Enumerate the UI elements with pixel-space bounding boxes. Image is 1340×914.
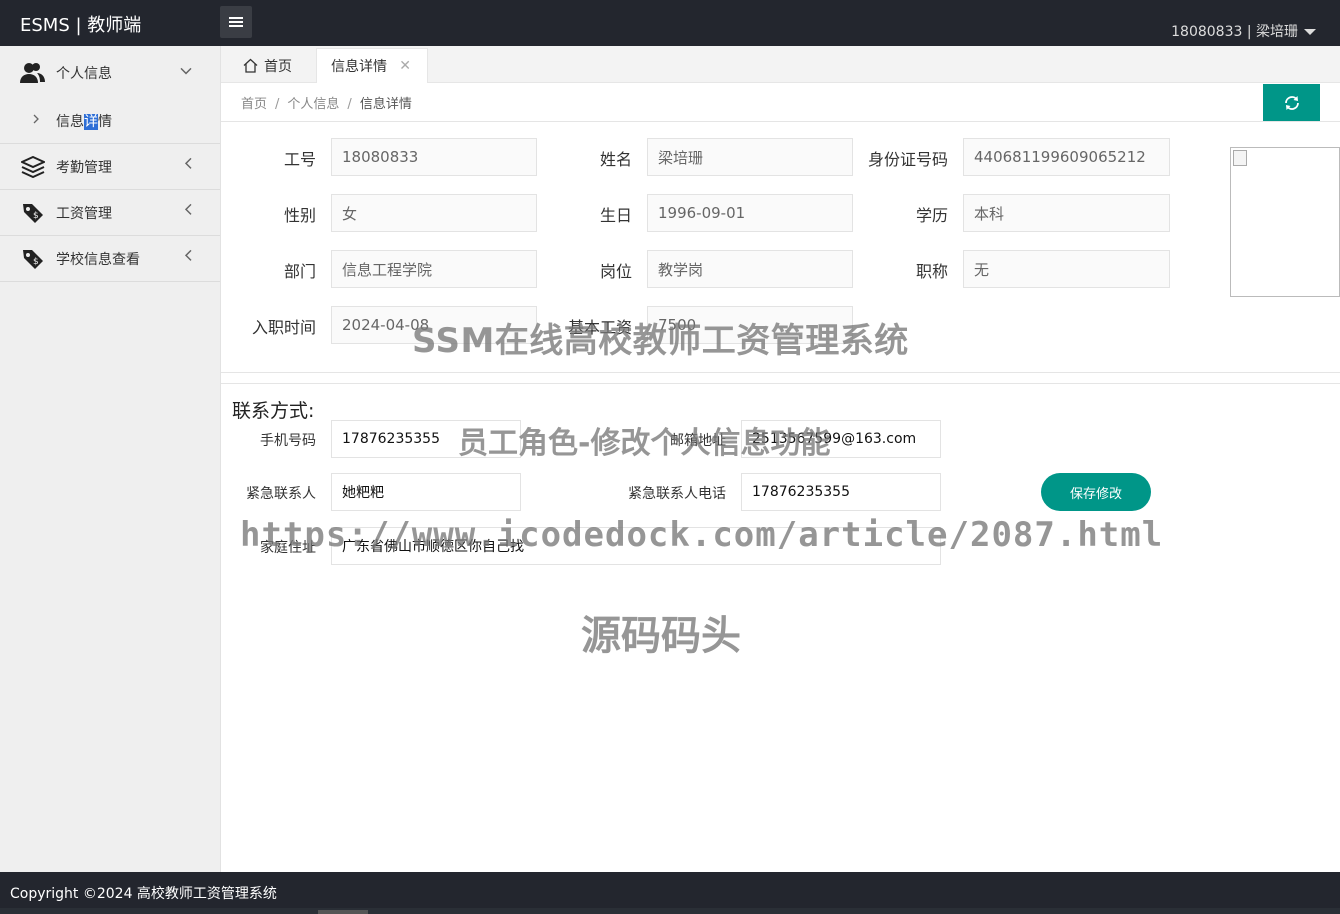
sidebar: 个人信息 信息详情 考勤管理 $ 工资管理 $ 学校信息查看: [0, 46, 221, 872]
chevron-left-icon: [184, 203, 192, 219]
tab-bar: 首页 信息详情 ✕: [221, 46, 1340, 83]
sidebar-item-salary[interactable]: $ 工资管理: [0, 190, 220, 236]
email-input[interactable]: 2513567599@163.com: [741, 420, 941, 458]
svg-text:$: $: [33, 257, 39, 267]
price-tag-icon: $: [20, 200, 46, 226]
base-salary-field[interactable]: 7500: [647, 306, 853, 344]
chevron-left-icon: [184, 157, 192, 173]
sidebar-subitem-label: 信息详情: [56, 111, 112, 131]
label-title: 职称: [915, 262, 948, 281]
sidebar-item-school-info[interactable]: $ 学校信息查看: [0, 236, 220, 282]
user-group-icon: [20, 60, 46, 86]
birthday-field[interactable]: 1996-09-01: [647, 194, 853, 232]
post-field[interactable]: 教学岗: [647, 250, 853, 288]
label-emergency-contact: 紧急联系人: [246, 486, 316, 502]
label-address: 家庭住址: [260, 540, 316, 556]
label-education: 学历: [915, 206, 948, 225]
horizontal-scrollbar[interactable]: [0, 908, 1340, 914]
emergency-contact-input[interactable]: 她粑粑: [331, 473, 521, 511]
price-tag-icon: $: [20, 246, 46, 272]
sidebar-item-label: 考勤管理: [56, 159, 112, 176]
phone-input[interactable]: 17876235355: [331, 420, 521, 458]
label-emergency-phone: 紧急联系人电话: [628, 486, 726, 502]
layers-icon: [20, 154, 46, 180]
label-email: 邮箱地址: [670, 433, 726, 449]
sidebar-item-personal-info[interactable]: 个人信息: [0, 46, 220, 99]
dept-field[interactable]: 信息工程学院: [331, 250, 537, 288]
sidebar-item-label: 个人信息: [56, 65, 112, 82]
breadcrumb: 首页 / 个人信息 / 信息详情: [241, 93, 412, 112]
label-idcard: 身份证号码: [867, 150, 948, 169]
tab-label: 首页: [264, 58, 292, 75]
label-name: 姓名: [599, 150, 632, 169]
name-field[interactable]: 梁培珊: [647, 138, 853, 176]
emergency-phone-input[interactable]: 17876235355: [741, 473, 941, 511]
user-menu[interactable]: 18080833 | 梁培珊: [1171, 21, 1316, 41]
hamburger-icon: [229, 17, 243, 27]
hire-date-field[interactable]: 2024-04-08: [331, 306, 537, 344]
divider: [221, 121, 1340, 122]
save-button[interactable]: 保存修改: [1041, 473, 1151, 511]
label-hire-date: 入职时间: [251, 318, 316, 337]
home-icon: [243, 58, 258, 73]
education-field[interactable]: 本科: [963, 194, 1170, 232]
divider: [221, 372, 1340, 373]
tab-home[interactable]: 首页: [243, 48, 292, 83]
watermark-text: 源码码头: [581, 613, 741, 659]
sidebar-item-label: 工资管理: [56, 205, 112, 222]
label-birthday: 生日: [599, 206, 632, 225]
gender-field[interactable]: 女: [331, 194, 537, 232]
sidebar-subitem-info-detail[interactable]: 信息详情: [0, 99, 220, 144]
breadcrumb-item[interactable]: 个人信息: [287, 97, 339, 112]
svg-text:$: $: [33, 211, 39, 221]
breadcrumb-separator: /: [347, 97, 352, 112]
sub-label-part: 情: [98, 114, 112, 130]
footer-copyright: Copyright ©2024 高校教师工资管理系统: [10, 886, 277, 902]
label-dept: 部门: [283, 262, 316, 281]
label-gender: 性别: [283, 206, 316, 225]
refresh-button[interactable]: [1263, 84, 1320, 121]
label-phone: 手机号码: [260, 433, 316, 449]
sidebar-item-label: 学校信息查看: [56, 251, 140, 268]
broken-image-icon: [1233, 150, 1247, 166]
id-field[interactable]: 18080833: [331, 138, 537, 176]
scrollbar-thumb[interactable]: [318, 910, 368, 914]
title-field[interactable]: 无: [963, 250, 1170, 288]
label-post: 岗位: [599, 262, 632, 281]
menu-toggle-button[interactable]: [220, 6, 252, 38]
divider: [221, 383, 1340, 384]
chevron-down-icon: [180, 63, 192, 79]
app-brand[interactable]: ESMS | 教师端: [20, 11, 141, 37]
tab-label: 信息详情: [331, 59, 387, 75]
caret-down-icon: [1304, 29, 1316, 35]
sidebar-item-attendance[interactable]: 考勤管理: [0, 144, 220, 190]
user-name: 18080833 | 梁培珊: [1171, 24, 1298, 40]
label-base-salary: 基本工资: [567, 318, 632, 337]
tab-info-detail[interactable]: 信息详情 ✕: [316, 48, 428, 83]
top-header: ESMS | 教师端 18080833 | 梁培珊: [0, 0, 1340, 46]
contact-section-title: 联系方式:: [232, 400, 315, 422]
profile-photo: [1230, 147, 1340, 297]
label-id: 工号: [283, 150, 316, 169]
address-input[interactable]: 广东省佛山市顺德区你自己找: [331, 527, 941, 565]
close-icon[interactable]: ✕: [399, 58, 411, 74]
breadcrumb-current: 信息详情: [359, 97, 412, 112]
refresh-icon: [1283, 94, 1301, 112]
chevron-left-icon: [184, 249, 192, 265]
breadcrumb-separator: /: [275, 97, 280, 112]
sub-label-selected: 详: [84, 114, 98, 130]
sub-label-part: 信息: [56, 114, 84, 130]
chevron-right-icon: [33, 113, 40, 127]
breadcrumb-item[interactable]: 首页: [241, 97, 267, 112]
idcard-field[interactable]: 440681199609065212: [963, 138, 1170, 176]
